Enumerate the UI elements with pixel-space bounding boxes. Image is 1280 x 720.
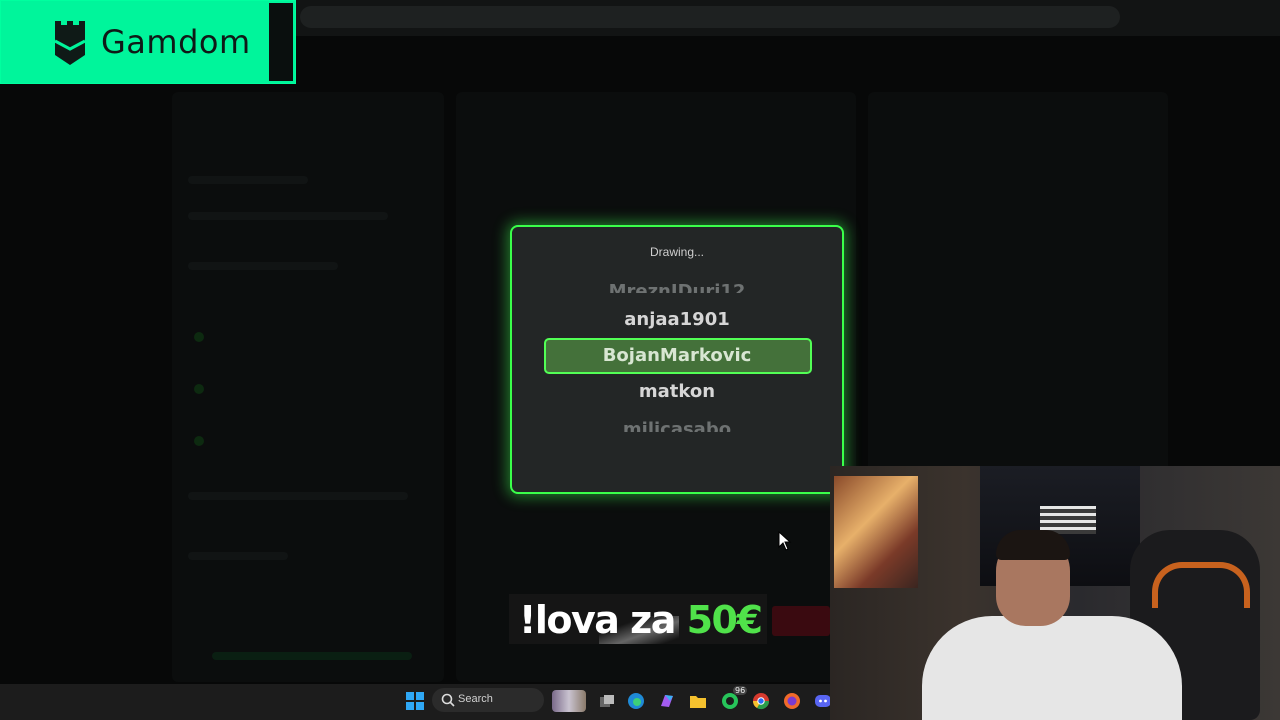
address-bar[interactable] [300, 6, 1120, 28]
windows-start-icon[interactable] [404, 690, 426, 712]
firefox-icon[interactable] [781, 690, 803, 712]
name-row: matkon [638, 381, 716, 402]
whatsapp-icon[interactable]: 96 [719, 686, 748, 712]
castle-icon [54, 21, 86, 65]
stream-caption: !lova za 50€ [509, 594, 767, 644]
modal-title: Drawing... [649, 245, 705, 259]
search-icon [441, 693, 455, 707]
brand-name: Gamdom [101, 23, 251, 61]
streamer-shirt [922, 616, 1182, 720]
copilot-icon[interactable] [656, 690, 678, 712]
webcam-overlay [830, 466, 1280, 720]
selected-name-row: BojanMarkovic [602, 345, 752, 366]
taskbar-search[interactable]: Search [432, 688, 544, 712]
file-explorer-icon[interactable] [687, 690, 709, 712]
name-row: milicasabo [622, 419, 732, 432]
gamdom-logo: Gamdom [0, 0, 296, 84]
search-label: Search [458, 693, 493, 705]
chrome-icon[interactable] [750, 690, 772, 712]
caption-amount: 50€ [686, 598, 763, 642]
drawing-modal: Drawing... MreznIDuri12 anjaa1901 BojanM… [510, 225, 844, 494]
name-row: anjaa1901 [624, 309, 730, 330]
whatsapp-badge: 96 [733, 686, 748, 695]
task-view-icon[interactable] [596, 690, 618, 712]
mouse-cursor-icon [778, 531, 792, 551]
name-row: MreznIDuri12 [608, 281, 746, 293]
caption-text: !lova za 50€ [519, 598, 763, 642]
red-action-button[interactable] [772, 606, 830, 636]
edge-icon[interactable] [625, 690, 647, 712]
settings-panel [172, 92, 444, 682]
winners-panel [868, 92, 1168, 492]
widget-icon[interactable] [552, 690, 586, 712]
fireplace-tv [834, 476, 918, 588]
